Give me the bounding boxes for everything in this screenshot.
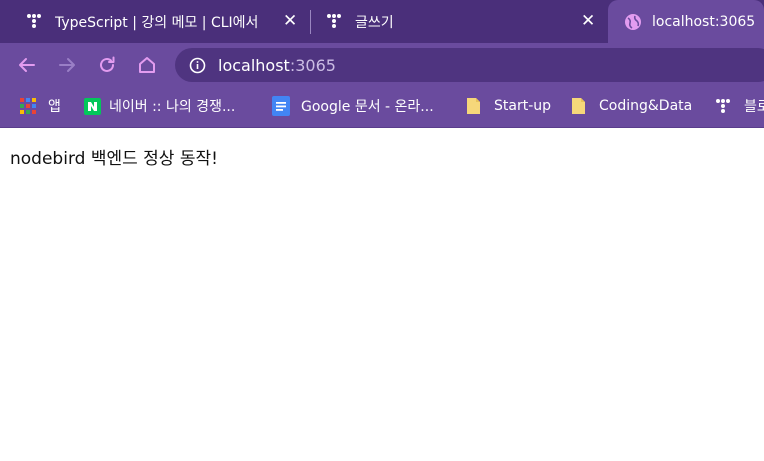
reload-button[interactable] bbox=[94, 52, 120, 78]
bookmark-google-docs[interactable]: Google 문서 - 온라... bbox=[272, 88, 434, 124]
bookmark-coding-data[interactable]: Coding&Data bbox=[571, 88, 692, 124]
bookmark-label: Start-up bbox=[494, 98, 552, 114]
tistory-icon bbox=[716, 99, 730, 113]
bookmark-label: 네이버 :: 나의 경쟁... bbox=[109, 99, 236, 115]
browser-toolbar: localhost:3065 bbox=[0, 43, 764, 88]
folder-icon bbox=[572, 98, 585, 114]
bookmark-label: Google 문서 - 온라... bbox=[301, 99, 434, 115]
apps-grid-icon bbox=[20, 98, 36, 114]
url-host: localhost bbox=[218, 56, 290, 75]
arrow-right-icon bbox=[59, 58, 75, 72]
tab-separator bbox=[310, 10, 311, 34]
tab-title: localhost:3065 bbox=[652, 13, 756, 30]
bookmark-label: 앱 bbox=[48, 99, 61, 115]
back-button[interactable] bbox=[14, 52, 40, 78]
bookmark-startup[interactable]: Start-up bbox=[466, 88, 551, 124]
page-content: nodebird 백엔드 정상 동작! bbox=[0, 129, 764, 461]
tab-typescript[interactable]: TypeScript | 강의 메모 | CLI에서 ✕ bbox=[18, 0, 308, 43]
bookmark-naver[interactable]: 네이버 :: 나의 경쟁... bbox=[84, 88, 235, 124]
globe-icon bbox=[625, 14, 641, 30]
home-button[interactable] bbox=[134, 52, 160, 78]
bookmark-apps[interactable]: 앱 bbox=[20, 88, 61, 124]
forward-button[interactable] bbox=[54, 52, 80, 78]
address-bar[interactable]: localhost:3065 bbox=[175, 48, 764, 82]
tab-localhost[interactable]: localhost:3065 bbox=[608, 0, 764, 43]
google-docs-icon bbox=[272, 96, 290, 116]
tab-close-icon[interactable]: ✕ bbox=[283, 13, 297, 30]
tab-title: 글쓰기 bbox=[355, 14, 394, 31]
folder-icon bbox=[467, 98, 480, 114]
tistory-icon bbox=[27, 14, 41, 28]
tab-close-icon[interactable]: ✕ bbox=[581, 13, 595, 30]
naver-icon bbox=[84, 97, 101, 115]
url-text: localhost:3065 bbox=[218, 56, 336, 75]
bookmark-label: Coding&Data bbox=[599, 98, 693, 114]
bookmark-label: 블로 bbox=[744, 99, 764, 115]
status-message: nodebird 백엔드 정상 동작! bbox=[10, 149, 218, 169]
info-icon bbox=[189, 57, 206, 74]
tistory-icon bbox=[327, 14, 341, 28]
home-icon bbox=[139, 57, 155, 73]
bookmark-blog[interactable]: 블로 bbox=[715, 88, 764, 124]
url-port: :3065 bbox=[289, 56, 336, 75]
bookmarks-bar: 앱 네이버 :: 나의 경쟁... Google 문서 - 온라... Star… bbox=[0, 88, 764, 128]
tab-strip: TypeScript | 강의 메모 | CLI에서 ✕ 글쓰기 ✕ local… bbox=[0, 0, 764, 43]
arrow-left-icon bbox=[19, 58, 35, 72]
tab-title: TypeScript | 강의 메모 | CLI에서 bbox=[55, 14, 259, 31]
tab-write[interactable]: 글쓰기 ✕ bbox=[318, 0, 608, 43]
reload-icon bbox=[100, 56, 115, 72]
